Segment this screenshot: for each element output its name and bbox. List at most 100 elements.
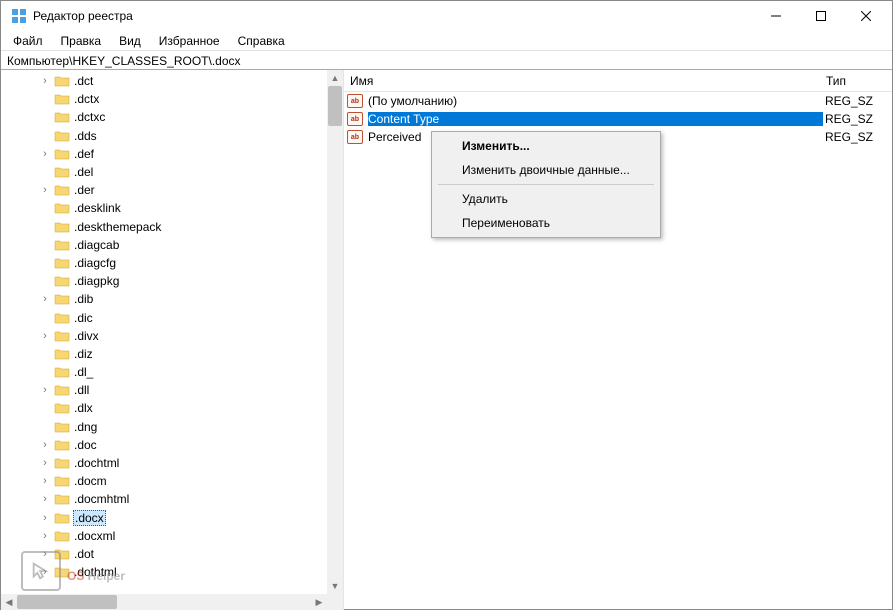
tree-item-label: .dl_ [73,365,93,379]
expand-chevron-icon[interactable]: › [39,330,51,342]
tree-vertical-scrollbar[interactable]: ▲ ▼ [327,70,343,594]
tree-item[interactable]: ›.divx [1,327,327,345]
tree-item-label: .dctx [73,92,99,106]
menu-bar: Файл Правка Вид Избранное Справка [1,31,892,51]
scroll-down-arrow-icon[interactable]: ▼ [327,578,343,594]
tree-item-label: .doc [73,438,97,452]
tree-item-label: .dochtml [73,456,119,470]
expand-chevron-icon: › [39,257,51,269]
expand-chevron-icon[interactable]: › [39,493,51,505]
tree-item[interactable]: ›.diagpkg [1,272,327,290]
tree-item-label: .diz [73,347,93,361]
context-delete[interactable]: Удалить [434,187,658,211]
tree-item[interactable]: › .dochtml [1,454,327,472]
expand-chevron-icon[interactable]: › [39,184,51,196]
column-name[interactable]: Имя [344,74,822,88]
folder-icon [54,529,70,543]
column-type[interactable]: Тип [822,74,892,88]
address-bar[interactable]: Компьютер\HKEY_CLASSES_ROOT\.docx [1,51,892,70]
expand-chevron-icon: › [39,348,51,360]
maximize-button[interactable] [798,1,843,31]
tree-item-label: .dct [73,74,93,88]
scroll-thumb[interactable] [17,595,117,609]
tree-item[interactable]: › .dct [1,72,327,90]
expand-chevron-icon: › [39,130,51,142]
scroll-corner [327,594,343,610]
tree-item-label: .del [73,165,93,179]
expand-chevron-icon[interactable]: › [39,148,51,160]
folder-icon [54,74,70,88]
expand-chevron-icon[interactable]: › [39,439,51,451]
menu-view[interactable]: Вид [111,32,149,50]
expand-chevron-icon[interactable]: › [39,512,51,524]
tree-item-label: .docx [73,510,106,526]
value-name: Content Type [368,112,823,126]
tree-item[interactable]: › .diz [1,345,327,363]
context-rename[interactable]: Переименовать [434,211,658,235]
scroll-right-arrow-icon[interactable]: ▶ [311,594,327,610]
context-menu: Изменить... Изменить двоичные данные... … [431,131,661,238]
tree-item[interactable]: ›.dctx [1,90,327,108]
tree-view[interactable]: ›.dct›.dctx›.dctxc›.dds›.def›.del›.der›.… [1,70,327,594]
tree-item[interactable]: › .diagcab [1,236,327,254]
value-row[interactable]: ab(По умолчанию)REG_SZ [344,92,892,110]
tree-item-label: .def [73,147,94,161]
watermark-text: OS Helper [67,556,125,587]
expand-chevron-icon: › [39,221,51,233]
expand-chevron-icon[interactable]: › [39,384,51,396]
folder-icon [54,492,70,506]
tree-item[interactable]: ›.dic [1,308,327,326]
tree-item[interactable]: ›.dng [1,418,327,436]
folder-icon [54,129,70,143]
folder-icon [54,292,70,306]
tree-item[interactable]: ›.diagcfg [1,254,327,272]
tree-item[interactable]: › .def [1,145,327,163]
expand-chevron-icon: › [39,366,51,378]
close-button[interactable] [843,1,888,31]
tree-item[interactable]: ›.dll [1,381,327,399]
string-value-icon: ab [347,112,363,126]
menu-help[interactable]: Справка [230,32,293,50]
expand-chevron-icon[interactable]: › [39,530,51,542]
scroll-track[interactable] [327,86,343,578]
tree-item[interactable]: ›.del [1,163,327,181]
tree-item[interactable]: ›.dib [1,290,327,308]
menu-file[interactable]: Файл [5,32,51,50]
folder-icon [54,311,70,325]
tree-item[interactable]: ›.docxml [1,527,327,545]
value-type: REG_SZ [823,94,873,108]
folder-icon [54,383,70,397]
tree-item[interactable]: ›.desklink [1,199,327,217]
tree-item[interactable]: › .dl_ [1,363,327,381]
scroll-track[interactable] [17,594,311,610]
value-row[interactable]: abContent TypeREG_SZ [344,110,892,128]
menu-favorites[interactable]: Избранное [151,32,228,50]
tree-item[interactable]: ›.dlx [1,399,327,417]
scroll-up-arrow-icon[interactable]: ▲ [327,70,343,86]
tree-item[interactable]: › .docx [1,509,327,527]
tree-item[interactable]: ›.dctxc [1,108,327,126]
tree-item[interactable]: ›.der [1,181,327,199]
expand-chevron-icon[interactable]: › [39,293,51,305]
expand-chevron-icon: › [39,239,51,251]
expand-chevron-icon: › [39,402,51,414]
tree-horizontal-scrollbar[interactable]: ◀ ▶ [1,594,327,610]
expand-chevron-icon[interactable]: › [39,475,51,487]
tree-item-label: .diagcab [73,238,119,252]
scroll-thumb[interactable] [328,86,342,126]
context-modify-binary[interactable]: Изменить двоичные данные... [434,158,658,182]
scroll-left-arrow-icon[interactable]: ◀ [1,594,17,610]
tree-item[interactable]: ›.docmhtml [1,490,327,508]
menu-edit[interactable]: Правка [53,32,110,50]
tree-item-label: .desklink [73,201,121,215]
tree-item[interactable]: ›.dds [1,127,327,145]
tree-item[interactable]: ›.deskthemepack [1,218,327,236]
minimize-button[interactable] [753,1,798,31]
tree-item[interactable]: ›.docm [1,472,327,490]
context-modify[interactable]: Изменить... [434,134,658,158]
tree-item[interactable]: › .doc [1,436,327,454]
folder-icon [54,401,70,415]
expand-chevron-icon[interactable]: › [39,457,51,469]
expand-chevron-icon[interactable]: › [39,75,51,87]
expand-chevron-icon: › [39,312,51,324]
